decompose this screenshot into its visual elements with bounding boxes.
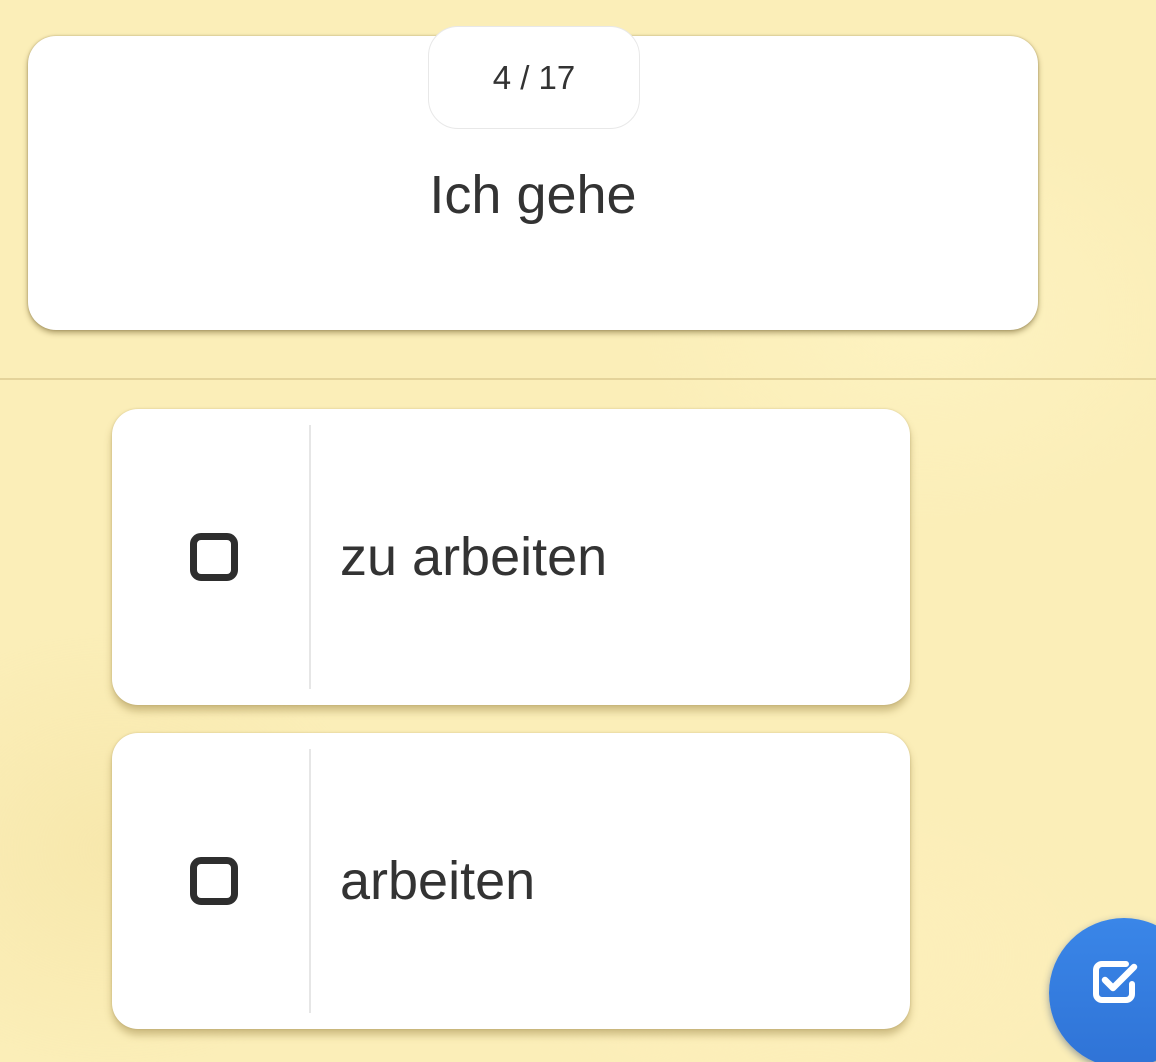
question-counter-text: 4 / 17 (492, 58, 576, 96)
checkbox-icon[interactable] (190, 533, 238, 581)
section-divider (0, 378, 1156, 380)
submit-check-button[interactable] (1049, 918, 1156, 1062)
answer-option-1[interactable]: zu arbeiten (112, 409, 910, 705)
answer-divider (309, 425, 311, 689)
checkbox-icon[interactable] (190, 857, 238, 905)
answer-label: arbeiten (340, 851, 536, 911)
question-counter: 4 / 17 (428, 26, 640, 129)
check-square-icon (1093, 961, 1138, 1003)
question-text: Ich gehe (429, 165, 637, 225)
answer-divider (309, 749, 311, 1013)
answer-label: zu arbeiten (340, 527, 608, 587)
answer-option-2[interactable]: arbeiten (112, 733, 910, 1029)
